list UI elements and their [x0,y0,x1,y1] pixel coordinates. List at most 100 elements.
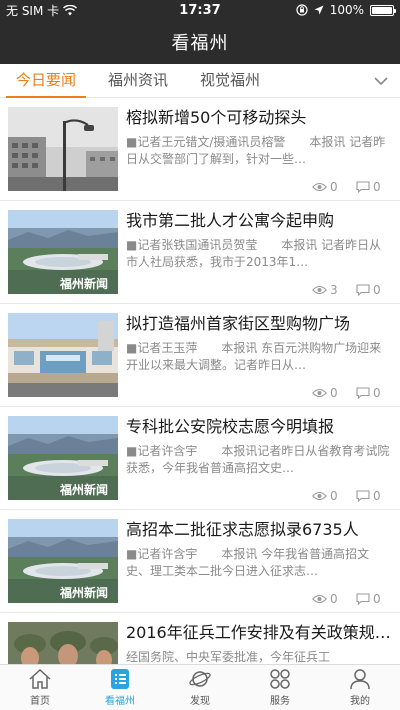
planet-icon [189,671,211,687]
bottom-tab-discover[interactable]: 发现 [160,665,240,710]
status-time: 17:37 [179,2,221,18]
news-title: 2016年征兵工作安排及有关政策规… [126,623,391,642]
bottom-tab-home[interactable]: 首页 [0,665,80,710]
location-icon [314,5,324,15]
comment-icon [356,181,370,193]
news-body: 高招本二批征求志愿拟录6735人 ■记者许含宇 本报讯 今年我省普通高招文史、理… [118,518,392,606]
news-meta: 0 0 [312,180,392,194]
category-tabs: 今日要闻 福州资讯 视觉福州 [0,64,400,98]
view-count: 0 [312,489,348,503]
bottom-tab-label: 看福州 [105,696,135,707]
bottom-tab-kan-fuzhou[interactable]: 看福州 [80,665,160,710]
page-title: 看福州 [171,33,229,54]
bottom-tab-service[interactable]: 服务 [240,665,320,710]
eye-icon [312,182,327,192]
status-bar: 无 SIM 卡 17:37 100% [0,0,400,20]
view-count: 0 [312,592,348,606]
list-icon [111,669,129,689]
eye-icon [312,285,327,295]
bottom-tab-label: 发现 [190,696,210,707]
user-icon [350,669,370,690]
home-icon [29,668,51,689]
news-title: 拟打造福州首家街区型购物广场 [126,314,351,333]
comment-icon [356,490,370,502]
news-item[interactable]: 榕拟新增50个可移动探头 ■记者王元错文/摄通讯员榕警 本报讯 记者昨日从交警部… [0,98,400,201]
news-body: 2016年征兵工作安排及有关政策规… 经国务院、中央军委批准，今年征兵工 [118,621,392,664]
comment-count: 0 [356,489,392,503]
news-meta: 0 0 [312,489,392,503]
view-count: 3 [312,283,348,297]
view-count-value: 0 [330,180,338,194]
news-item[interactable]: 2016年征兵工作安排及有关政策规… 经国务院、中央军委批准，今年征兵工 [0,613,400,664]
news-summary: ■记者张铁国通讯员贺莹 本报讯 记者昨日从市人社局获悉，我市于2013年1… [126,238,382,269]
bottom-tab-bar: 首页 看福州 发现 服务 我的 [0,664,400,710]
news-meta: 0 0 [312,592,392,606]
eye-icon [312,491,327,501]
news-thumbnail: 福州新闻 [8,416,118,500]
thumbnail-caption: 福州新闻 [59,585,108,600]
news-summary: ■记者王玉萍 本报讯 东百元洪购物广场迎来开业以来最大调整。记者昨日从… [126,341,382,372]
news-summary: ■记者许含宇 本报讯记者昨日从省教育考试院获悉，今年我省普通高招文史… [126,444,390,475]
view-count-value: 0 [330,386,338,400]
news-summary: ■记者许含宇 本报讯 今年我省普通高招文史、理工类本二批今日进入征求志… [126,547,370,578]
comment-count: 0 [356,180,392,194]
comment-count: 0 [356,283,392,297]
tab-fuzhou-info[interactable]: 福州资讯 [92,64,184,98]
eye-icon [312,388,327,398]
tab-visual-fuzhou[interactable]: 视觉福州 [184,64,276,98]
comment-icon [356,387,370,399]
comment-count-value: 0 [373,592,381,606]
chevron-down-icon[interactable] [372,72,390,90]
view-count: 0 [312,180,348,194]
news-title: 高招本二批征求志愿拟录6735人 [126,520,359,539]
news-thumbnail: 福州新闻 [8,519,118,603]
news-item[interactable]: 福州新闻 我市第二批人才公寓今起申购 ■记者张铁国通讯员贺莹 本报讯 记者昨日从… [0,201,400,304]
news-title: 专科批公安院校志愿今明填报 [126,417,335,436]
news-thumbnail: 福州新闻 [8,210,118,294]
wifi-icon [63,4,78,15]
bottom-tab-label: 服务 [270,696,290,707]
bottom-tab-label: 我的 [350,696,370,707]
comment-count-value: 0 [373,386,381,400]
view-count-value: 0 [330,489,338,503]
news-item[interactable]: 拟打造福州首家街区型购物广场 ■记者王玉萍 本报讯 东百元洪购物广场迎来开业以来… [0,304,400,407]
news-thumbnail [8,107,118,191]
comment-count: 0 [356,592,392,606]
battery-percent: 100% [329,3,364,17]
comment-icon [356,284,370,296]
news-summary: ■记者王元错文/摄通讯员榕警 本报讯 记者昨日从交警部门了解到，针对一些… [126,135,386,166]
battery-icon [370,4,396,16]
view-count-value: 3 [330,283,338,297]
thumbnail-caption: 福州新闻 [59,276,108,291]
status-right: 100% [244,3,396,17]
comment-count-value: 0 [373,180,381,194]
thumbnail-caption: 福州新闻 [59,482,108,497]
news-body: 榕拟新增50个可移动探头 ■记者王元错文/摄通讯员榕警 本报讯 记者昨日从交警部… [118,106,392,194]
comment-icon [356,593,370,605]
news-list: 榕拟新增50个可移动探头 ■记者王元错文/摄通讯员榕警 本报讯 记者昨日从交警部… [0,98,400,664]
news-summary: 经国务院、中央军委批准，今年征兵工 [126,650,331,664]
news-title: 我市第二批人才公寓今起申购 [126,211,335,230]
eye-icon [312,594,327,604]
news-item[interactable]: 福州新闻 专科批公安院校志愿今明填报 ■记者许含宇 本报讯记者昨日从省教育考试院… [0,407,400,510]
news-body: 专科批公安院校志愿今明填报 ■记者许含宇 本报讯记者昨日从省教育考试院获悉，今年… [118,415,392,503]
news-title: 榕拟新增50个可移动探头 [126,108,307,127]
grid-icon [270,669,290,689]
news-meta: 3 0 [312,283,392,297]
nav-bar: 看福州 [0,20,400,64]
comment-count-value: 0 [373,489,381,503]
bottom-tab-mine[interactable]: 我的 [320,665,400,710]
comment-count: 0 [356,386,392,400]
rotation-lock-icon [296,4,308,16]
news-body: 拟打造福州首家街区型购物广场 ■记者王玉萍 本报讯 东百元洪购物广场迎来开业以来… [118,312,392,400]
status-left: 无 SIM 卡 [6,2,156,19]
news-body: 我市第二批人才公寓今起申购 ■记者张铁国通讯员贺莹 本报讯 记者昨日从市人社局获… [118,209,392,297]
news-item[interactable]: 福州新闻 高招本二批征求志愿拟录6735人 ■记者许含宇 本报讯 今年我省普通高… [0,510,400,613]
carrier-label: 无 SIM 卡 [6,3,60,18]
tab-today-news[interactable]: 今日要闻 [0,64,92,98]
comment-count-value: 0 [373,283,381,297]
view-count: 0 [312,386,348,400]
news-meta: 0 0 [312,386,392,400]
news-thumbnail [8,313,118,397]
news-thumbnail [8,622,118,664]
